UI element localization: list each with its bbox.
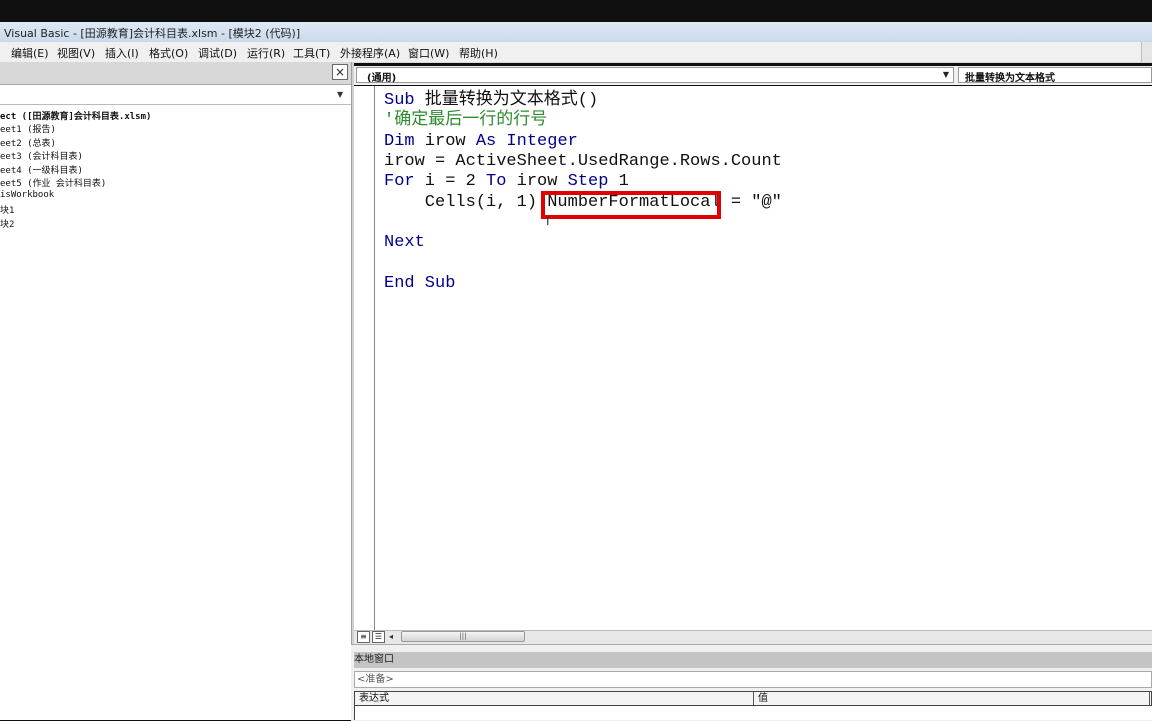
procedure-combo[interactable]: 批量转换为文本格式 <box>958 67 1152 84</box>
keyword: Step <box>567 172 609 191</box>
keyword: For <box>384 172 415 191</box>
code-line-5: For i = 2 To irow Step 1 <box>384 172 629 192</box>
column-divider[interactable] <box>753 692 754 705</box>
locals-window-title: 本地窗口 <box>354 652 1152 668</box>
highlight-box <box>541 191 721 219</box>
window-title: Visual Basic - [田源教育]会计科目表.xlsm - [模块2 (… <box>4 27 301 40</box>
code-line-3: Dim irow As Integer <box>384 132 578 152</box>
code-line-8: End Sub <box>384 274 456 293</box>
tree-item-sheet1[interactable]: eet1 (报告) <box>0 122 56 135</box>
window-minimize-button[interactable] <box>292 24 312 39</box>
tree-item-sheet5[interactable]: eet5 (作业 会计科目表) <box>0 176 106 189</box>
keyword: Dim <box>384 132 415 151</box>
project-explorer-header: × <box>0 62 351 85</box>
code-line-4: irow = ActiveSheet.UsedRange.Rows.Count <box>384 152 782 171</box>
tree-item-sheet2[interactable]: eet2 (总表) <box>0 136 56 149</box>
code-line-7: Next <box>384 233 425 252</box>
window-title-bar: Visual Basic - [田源教育]会计科目表.xlsm - [模块2 (… <box>0 22 1152 42</box>
keyword: As Integer <box>475 132 578 151</box>
menu-bar: 编辑(E) 视图(V) 插入(I) 格式(O) 调试(D) 运行(R) 工具(T… <box>0 42 1152 63</box>
scroll-left-icon[interactable]: ◂ <box>389 632 393 641</box>
tree-item-thisworkbook[interactable]: isWorkbook <box>0 190 54 200</box>
tree-item-sheet4[interactable]: eet4 (一级科目表) <box>0 163 83 176</box>
locals-context: <准备> <box>354 671 1152 688</box>
menu-window[interactable]: 窗口(W) <box>408 45 449 61</box>
code-text: 1 <box>608 172 629 191</box>
code-line-1: Sub 批量转换为文本格式() <box>384 91 598 111</box>
mdi-window-buttons[interactable] <box>1141 42 1152 62</box>
full-module-view-icon[interactable]: ☰ <box>372 631 385 643</box>
project-selector[interactable] <box>0 85 351 105</box>
code-text: irow <box>414 132 476 151</box>
column-divider[interactable] <box>1149 692 1150 705</box>
keyword: Sub <box>384 91 415 110</box>
object-combo-value: (通用) <box>367 73 397 84</box>
tree-item-sheet3[interactable]: eet3 (会计科目表) <box>0 149 83 162</box>
chevron-down-icon[interactable]: ▼ <box>943 70 949 79</box>
window-maximize-button[interactable] <box>314 24 334 39</box>
menu-run[interactable]: 运行(R) <box>247 45 285 61</box>
tree-item-project[interactable]: ect ([田源教育]会计科目表.xlsm) <box>0 109 151 122</box>
locals-column-headers: 表达式 值 <box>354 691 1152 706</box>
close-icon[interactable]: × <box>332 64 348 80</box>
col-expression[interactable]: 表达式 <box>359 692 389 705</box>
code-line-2: '确定最后一行的行号 <box>384 111 548 130</box>
locals-list <box>354 706 1152 720</box>
menu-help[interactable]: 帮助(H) <box>459 45 498 61</box>
menu-edit[interactable]: 编辑(E) <box>11 45 49 61</box>
menu-insert[interactable]: 插入(I) <box>105 45 139 61</box>
object-combo[interactable]: (通用) ▼ <box>356 67 954 84</box>
code-text: 批量转换为文本格式() <box>414 91 599 110</box>
menu-addins[interactable]: 外接程序(A) <box>340 45 400 61</box>
project-explorer: × ▼ ect ([田源教育]会计科目表.xlsm) eet1 (报告) eet… <box>0 62 352 720</box>
tree-item-module2[interactable]: 块2 <box>0 217 14 230</box>
code-margin[interactable] <box>354 86 375 630</box>
text-cursor-icon: I <box>546 214 550 228</box>
code-text: i = 2 <box>414 172 487 191</box>
tree-item-module1[interactable]: 块1 <box>0 203 14 216</box>
menu-tools[interactable]: 工具(T) <box>293 45 330 61</box>
scroll-thumb[interactable]: ||| <box>401 631 525 642</box>
keyword: To <box>486 172 507 191</box>
menu-view[interactable]: 视图(V) <box>57 45 95 61</box>
procedure-combo-value: 批量转换为文本格式 <box>965 73 1055 84</box>
menu-format[interactable]: 格式(O) <box>149 45 188 61</box>
col-value[interactable]: 值 <box>758 692 768 705</box>
code-text: irow <box>506 172 568 191</box>
chevron-down-icon[interactable]: ▼ <box>337 90 343 99</box>
procedure-view-icon[interactable]: ≡ <box>357 631 370 643</box>
menu-debug[interactable]: 调试(D) <box>198 45 237 61</box>
